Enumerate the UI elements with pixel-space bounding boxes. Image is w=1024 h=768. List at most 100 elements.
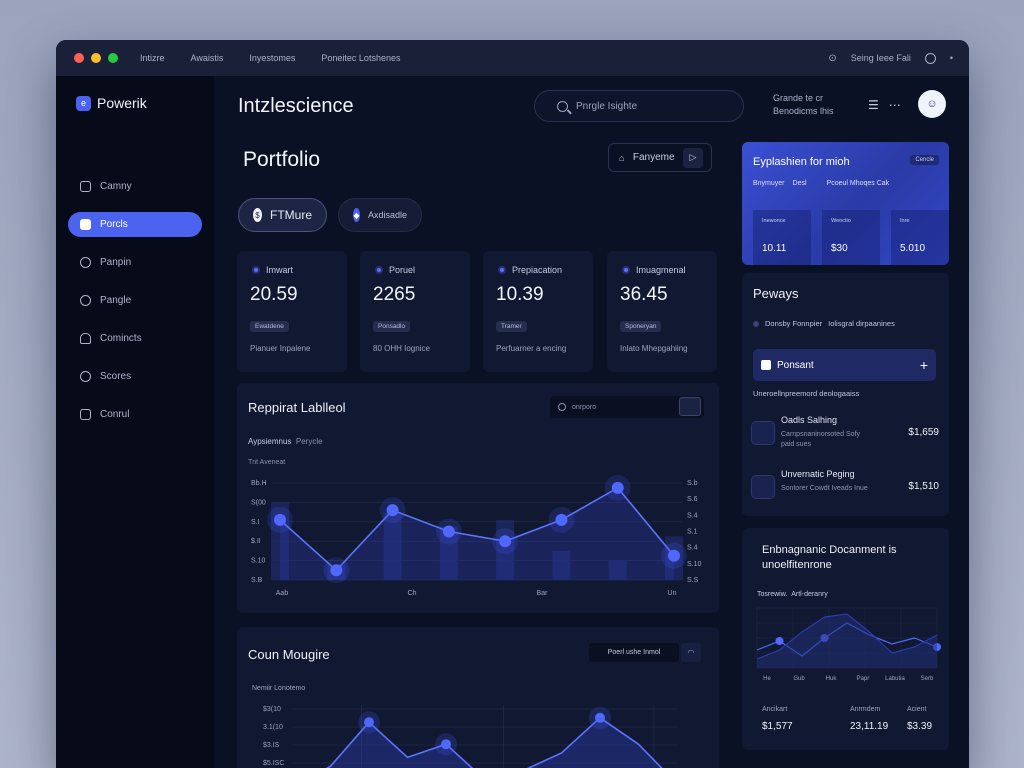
brand[interactable]: e Powerik [76, 95, 147, 111]
y-tick-label: S.4 [687, 545, 698, 552]
search-icon [557, 100, 568, 112]
maximize-dot[interactable] [108, 53, 118, 63]
settings-icon[interactable] [924, 52, 936, 64]
stat-label: Imuagmenal [622, 265, 686, 275]
payments-note: Donsby Fonnpier Iolisgral dirpaanines [753, 319, 895, 328]
x-tick-label: He [763, 676, 771, 682]
favorite-button-label: Fanyeme [632, 152, 675, 163]
payment-name: Unvernatic Peging [781, 469, 855, 479]
area-fill [327, 717, 662, 768]
sidebar-item-label: Scores [100, 371, 132, 382]
add-payment-bar[interactable]: Ponsant + [753, 349, 936, 381]
filter-pill-label: FTMure [270, 208, 312, 222]
sidebar: e Powerik Camny Porcls Panpin Pangle Com… [56, 76, 214, 768]
x-tick-label: Papr [857, 676, 870, 682]
stat-label-text: Imuagmenal [636, 265, 686, 275]
search-input[interactable]: Pnrgle Isighte [534, 90, 744, 122]
promo-col-label: Inre [900, 218, 910, 224]
avatar[interactable]: ☺ [918, 90, 946, 118]
stat-label: Prepiacation [498, 265, 562, 275]
title-bar: Intizre Awaistis Inyestomes Poneitec Lot… [56, 40, 969, 76]
header-note-line: Benodicms lhis [773, 106, 834, 116]
y-tick-label: $3.IS [263, 742, 280, 749]
promo-subtitle: Bnymuyer Desl Pcoeul Mhoqes Cak [753, 180, 889, 187]
menu-item[interactable]: Intizre [140, 53, 165, 63]
search-placeholder: Pnrgle Isighte [576, 100, 638, 112]
close-dot[interactable] [74, 53, 84, 63]
promo-tag[interactable]: Cencle [910, 155, 939, 165]
chart-card-reppirat: Reppirat Lablleol onrporo Aypsiemnus Per… [237, 383, 719, 613]
target-icon [80, 371, 91, 382]
data-point [668, 549, 680, 562]
y-tick-label: S.10 [687, 561, 702, 568]
stat-value: 36.45 [620, 284, 668, 305]
stat-card[interactable]: Imwart 20.59 Ewatdene Pianuer Inpalene [237, 251, 347, 372]
data-point [364, 717, 374, 728]
sidebar-item-label: Panpin [100, 257, 132, 268]
filter-pill-secondary[interactable]: ◆ Axdisadle [338, 198, 422, 232]
stat-card[interactable]: Prepiacation 10.39 Tramer Perfuarner a e… [483, 251, 593, 372]
more-icon[interactable]: ⋯ [889, 98, 901, 112]
more-icon[interactable]: • [950, 53, 953, 63]
stat-card[interactable]: Poruel 2265 Ponsadlo 80 OHH Iognice [360, 251, 470, 372]
status-text: Seing Ieee Fali [850, 53, 911, 63]
sidebar-item-label: Conrul [100, 409, 130, 420]
doc-footer-label: Ancikart [762, 706, 788, 713]
payment-row[interactable]: Oadls Salhing Carnpsnaninorsoted Sofy pa… [751, 415, 939, 455]
app-title: Intzlescience [238, 95, 354, 117]
stat-foot: Inlato Mhepgahiing [620, 344, 688, 353]
sidebar-item-conrul[interactable]: Conrul [68, 402, 202, 427]
bullet-icon [753, 320, 759, 327]
promo-card[interactable]: Eyplashien for mioh Cencle Bnymuyer Desl… [742, 142, 949, 265]
location-icon: ⊙ [828, 52, 837, 64]
stat-foot: Perfuarner a encing [496, 344, 567, 353]
stat-dot-icon [622, 266, 630, 274]
doc-footer-label: Anrmdem [850, 706, 881, 713]
globe-icon [80, 295, 91, 306]
chat-icon [80, 409, 91, 420]
x-tick-label: Aab [276, 590, 289, 597]
dollar-icon: $ [253, 208, 262, 222]
payments-title: Peways [753, 286, 799, 301]
stat-badge: Tramer [496, 321, 527, 332]
sidebar-item-pangle[interactable]: Pangle [68, 288, 202, 313]
titlebar-right: ⊙ Seing Ieee Fali • [828, 40, 953, 76]
payment-amount: $1,659 [908, 427, 939, 438]
favorite-button[interactable]: ⌂ Fanyeme ▷ [608, 143, 712, 172]
menu-item[interactable]: Inyestomes [249, 53, 295, 63]
window-controls [74, 53, 118, 63]
menu-icon[interactable]: ☰ [868, 98, 879, 112]
sidebar-item-camny[interactable]: Camny [68, 174, 202, 199]
stat-card[interactable]: Imuagmenal 36.45 Sponeryan Inlato Mhepga… [607, 251, 717, 372]
folder-icon: ⌂ [619, 152, 625, 163]
promo-title: Eyplashien for mioh [753, 156, 850, 168]
sidebar-item-label: Porcls [100, 219, 128, 230]
sidebar-item-scores[interactable]: Scores [68, 364, 202, 389]
payments-caption: Uneroellnpreemord deologaaiss [753, 389, 860, 398]
header-note-line: Grande te cr [773, 93, 824, 103]
user-icon [761, 360, 771, 370]
y-tick-label: $.II [251, 538, 261, 545]
minimize-dot[interactable] [91, 53, 101, 63]
sidebar-item-panpin[interactable]: Panpin [68, 250, 202, 275]
payment-desc: Sontorer Cowdt Iveads Inue [781, 485, 868, 492]
filter-pill-primary[interactable]: $ FTMure [238, 198, 327, 232]
data-point [274, 513, 286, 526]
y-tick-label: S.4 [687, 512, 698, 519]
sidebar-item-comincts[interactable]: Comincts [68, 326, 202, 351]
stat-dot-icon [375, 266, 383, 274]
users-icon [80, 219, 91, 230]
stat-dot-icon [252, 266, 260, 274]
plus-icon[interactable]: + [920, 357, 928, 373]
payment-row[interactable]: Unvernatic Peging Sontorer Cowdt Iveads … [751, 469, 939, 509]
x-tick-label: Serb [921, 676, 934, 682]
sidebar-item-porcls[interactable]: Porcls [68, 212, 202, 237]
lock-icon [751, 475, 775, 499]
menu-item[interactable]: Poneitec Lotshenes [321, 53, 400, 63]
promo-sub-c: Pcoeul Mhoqes Cak [826, 180, 890, 187]
data-point [611, 481, 624, 494]
menu-item[interactable]: Awaistis [191, 53, 224, 63]
data-point [330, 564, 343, 577]
menu-bar: Intizre Awaistis Inyestomes Poneitec Lot… [140, 53, 400, 63]
sidebar-item-label: Comincts [100, 333, 142, 344]
